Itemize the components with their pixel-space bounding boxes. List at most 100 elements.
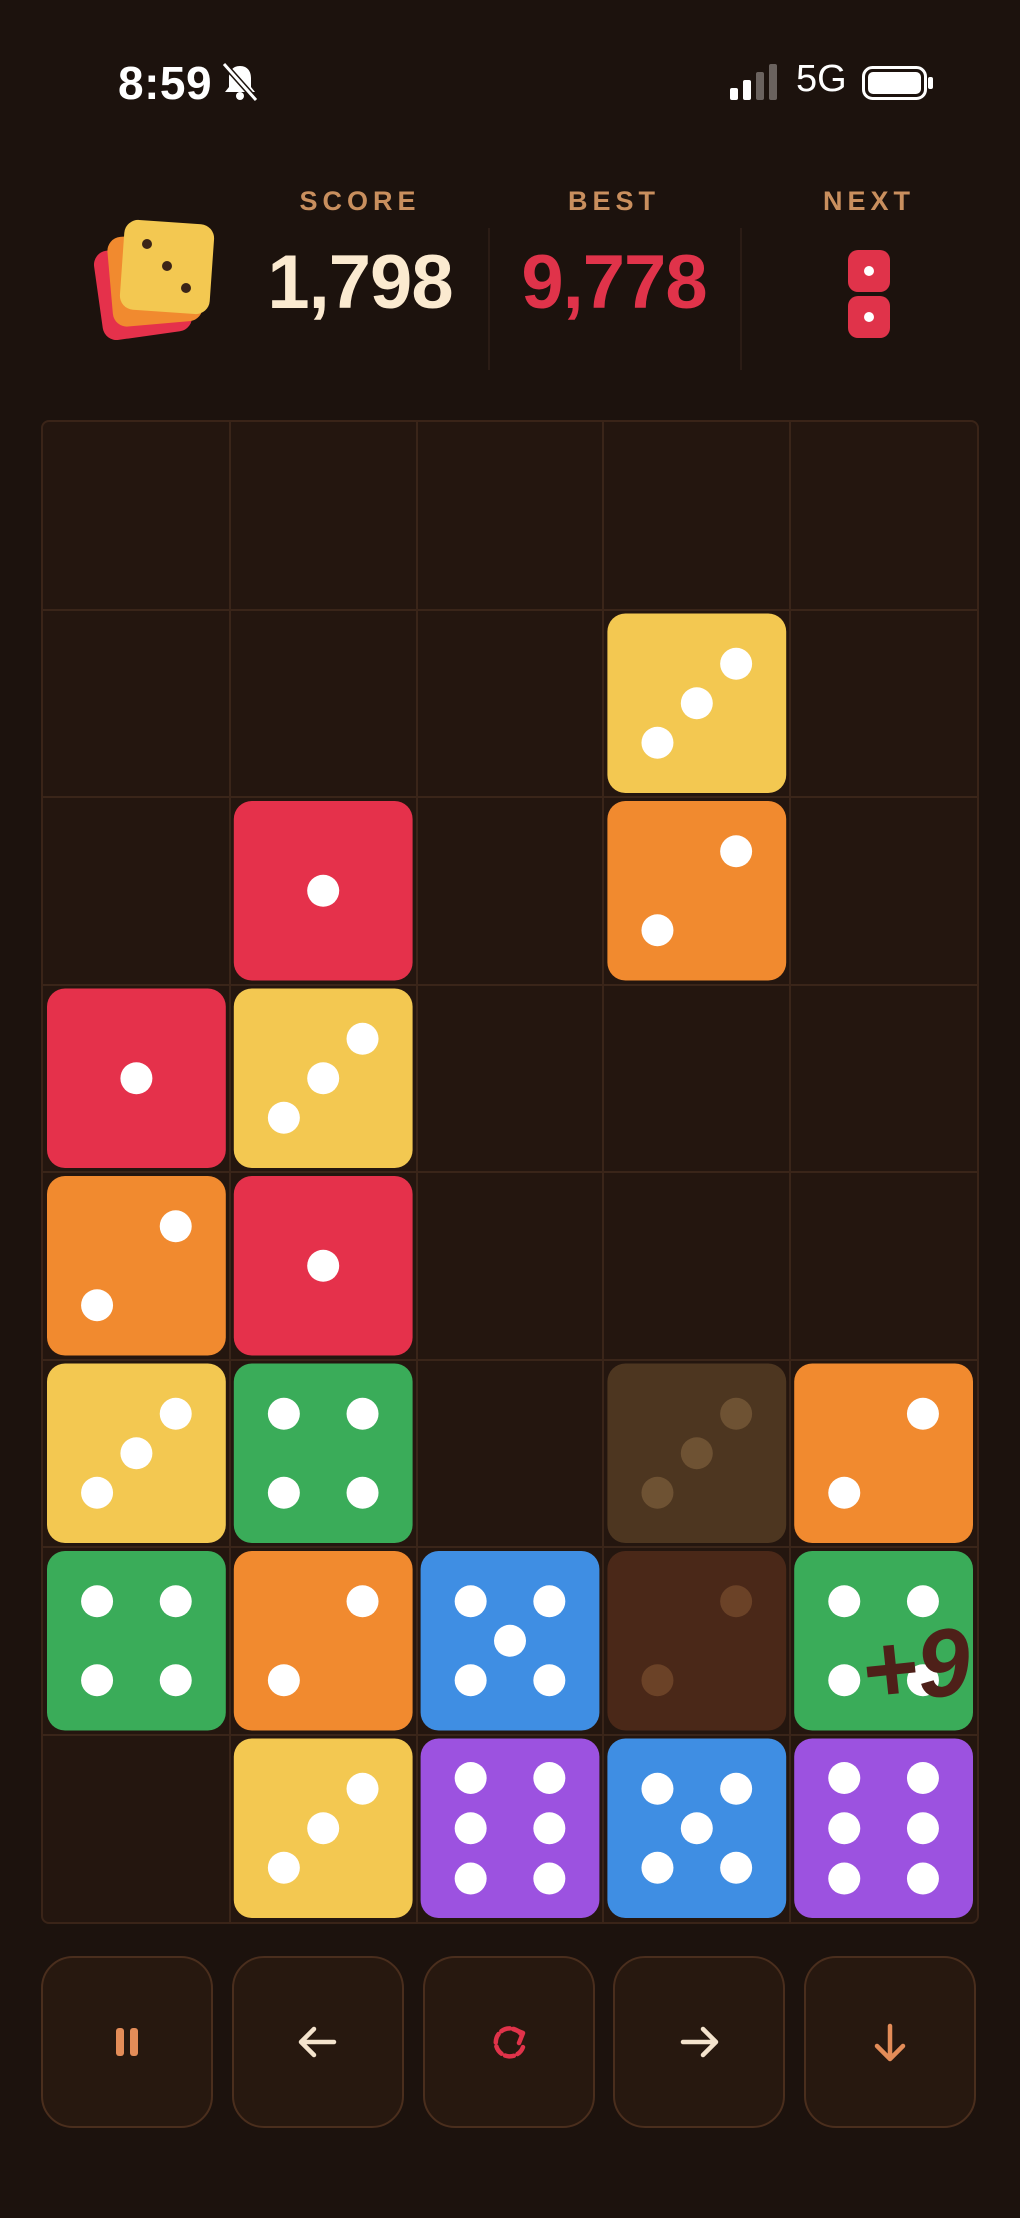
next-panel: NEXT [780, 186, 958, 217]
die-pip [120, 1062, 153, 1095]
die-pip [533, 1664, 566, 1697]
die-face [607, 1551, 787, 1731]
die-pip [267, 1476, 300, 1509]
die-pip [906, 1812, 939, 1845]
die-pip [828, 1812, 861, 1845]
grid-line [43, 1171, 977, 1173]
pause-icon [116, 2028, 138, 2056]
die-2 [233, 1551, 413, 1731]
score-label: SCORE [299, 186, 421, 216]
die-pip [454, 1862, 487, 1895]
arrow-left-icon [298, 2026, 337, 2058]
die-face [47, 1551, 226, 1731]
grid-line [43, 1358, 977, 1361]
die-pip [81, 1664, 114, 1697]
move-right-button[interactable] [613, 1956, 785, 2128]
die-pip [307, 874, 340, 907]
die-pip [533, 1862, 566, 1895]
die-pip [267, 1851, 300, 1884]
die-pip [720, 1772, 753, 1805]
die-4 [47, 1551, 226, 1731]
die-4 [233, 1363, 413, 1543]
ghost-die-3 [607, 1363, 787, 1543]
die-3 [233, 1738, 413, 1918]
rotate-button[interactable] [423, 1956, 595, 2128]
die-pip [828, 1476, 861, 1509]
die-1 [233, 1176, 413, 1356]
die-pip [641, 726, 674, 759]
die-face [794, 1363, 973, 1543]
game-board[interactable]: +9 [41, 420, 979, 1924]
status-time: 8:59 [118, 57, 213, 109]
pause-button[interactable] [41, 1956, 213, 2128]
silent-bell-icon [221, 62, 259, 102]
die-pip [307, 1062, 340, 1095]
die-pip [720, 1585, 753, 1618]
die-pip [680, 687, 713, 720]
die-pip [906, 1862, 939, 1895]
die-pip [533, 1812, 566, 1845]
die-3 [233, 988, 413, 1168]
grid-line [43, 1733, 977, 1736]
die-pip [641, 914, 674, 947]
next-die-preview [848, 250, 890, 338]
score-popup: +9 [855, 1607, 976, 1726]
grid-line [43, 608, 977, 611]
die-pip [828, 1761, 861, 1794]
die-6 [794, 1738, 973, 1918]
die-pip [267, 1397, 300, 1430]
die-pip [267, 1664, 300, 1697]
die-2 [47, 1176, 226, 1356]
score-value: 1,798 [267, 240, 453, 325]
status-bar: 8:59 5G [0, 0, 1020, 160]
die-pip [81, 1476, 114, 1509]
die-pip [680, 1437, 713, 1470]
die-pip [159, 1585, 192, 1618]
die-pip [454, 1585, 487, 1618]
die-pip [346, 1772, 379, 1805]
die-pip [81, 1289, 114, 1322]
die-pip [159, 1664, 192, 1697]
signal-icon [730, 64, 777, 100]
die-1 [47, 988, 226, 1168]
die-3 [607, 613, 787, 793]
die-1 [233, 801, 413, 981]
rotate-icon [493, 2026, 526, 2059]
die-pip [533, 1585, 566, 1618]
die-pip [906, 1397, 939, 1430]
grid-line [43, 983, 977, 986]
die-pip [720, 647, 753, 680]
die-pip [641, 1851, 674, 1884]
die-2 [607, 801, 787, 981]
die-pip [346, 1397, 379, 1430]
die-3 [47, 1363, 226, 1543]
die-face [420, 1738, 600, 1918]
drop-button[interactable] [804, 1956, 976, 2128]
app-logo-icon [93, 219, 215, 341]
die-2 [794, 1363, 973, 1543]
header-divider [488, 228, 490, 370]
battery-icon [862, 66, 933, 100]
die-pip [641, 1772, 674, 1805]
die-pip [454, 1664, 487, 1697]
die-pip [346, 1022, 379, 1055]
die-pip [494, 1624, 526, 1657]
die-pip [454, 1812, 487, 1845]
die-face [233, 1363, 413, 1543]
die-pip [720, 835, 753, 868]
network-label: 5G [796, 58, 847, 100]
next-label: NEXT [822, 186, 915, 216]
die-pip [346, 1585, 379, 1618]
die-pip [906, 1761, 939, 1794]
best-label: BEST [567, 186, 660, 216]
die-pip [159, 1397, 192, 1430]
die-face [233, 1551, 413, 1731]
die-pip [346, 1476, 379, 1509]
score-panel: SCORE 1,798 [254, 186, 466, 326]
best-panel: BEST 9,778 [506, 186, 722, 326]
die-pip [307, 1249, 340, 1282]
move-left-button[interactable] [232, 1956, 404, 2128]
die-pip [828, 1664, 861, 1697]
die-pip [454, 1761, 487, 1794]
die-face [607, 801, 787, 981]
